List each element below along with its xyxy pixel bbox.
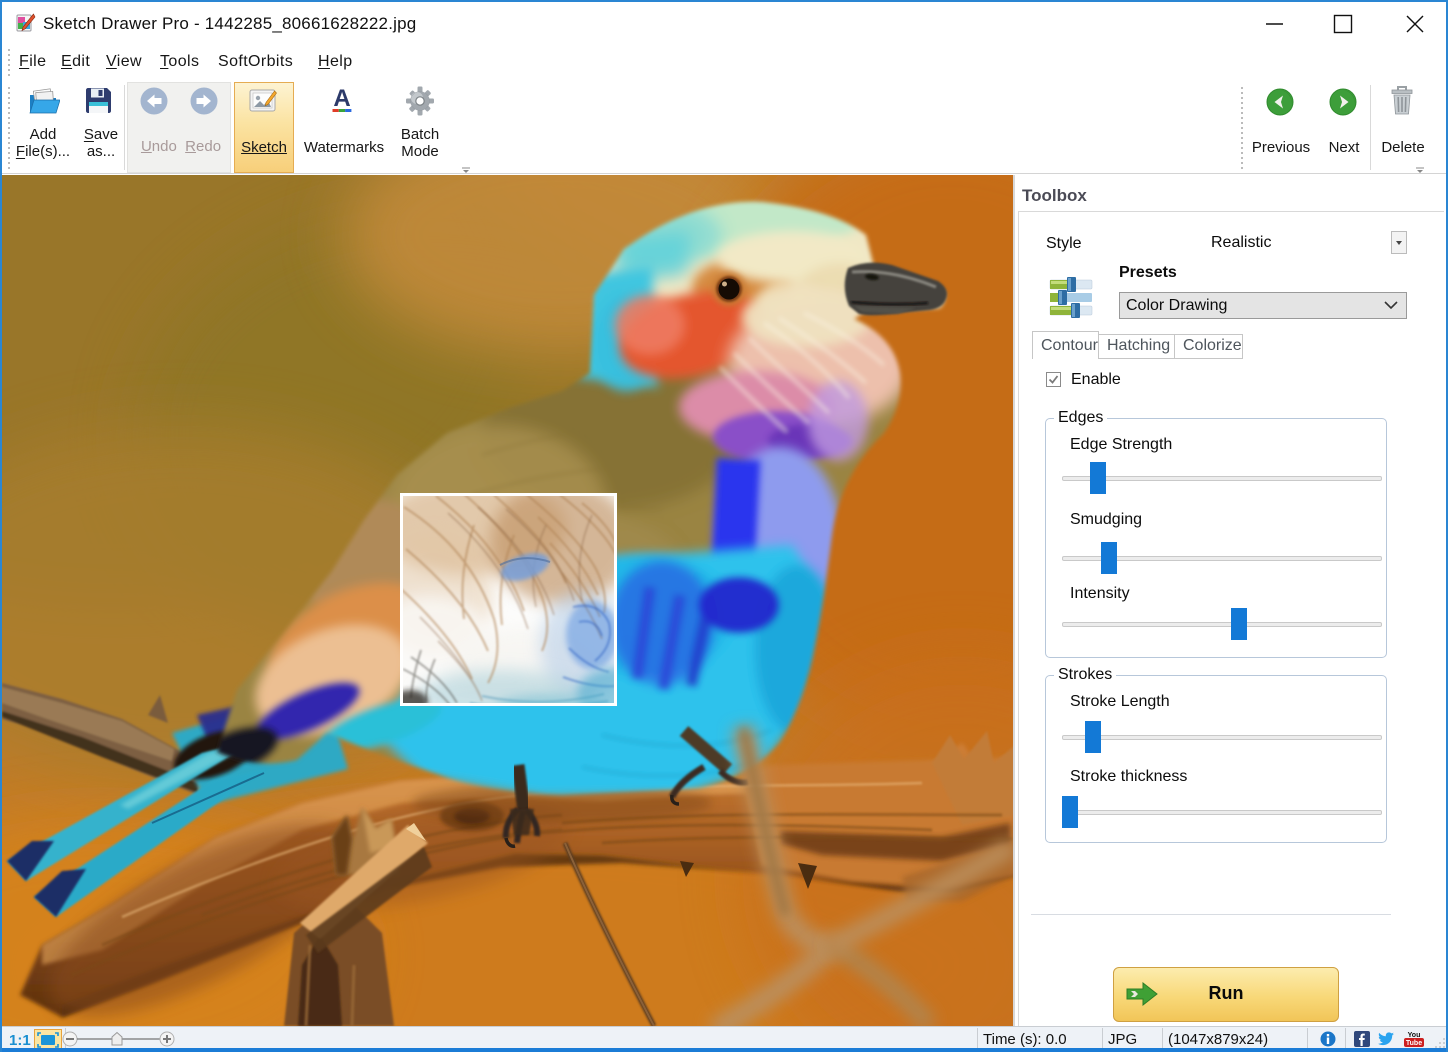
svg-text:A: A xyxy=(333,87,350,112)
svg-text:You: You xyxy=(1408,1032,1421,1039)
svg-text:Tube: Tube xyxy=(1406,1040,1422,1047)
